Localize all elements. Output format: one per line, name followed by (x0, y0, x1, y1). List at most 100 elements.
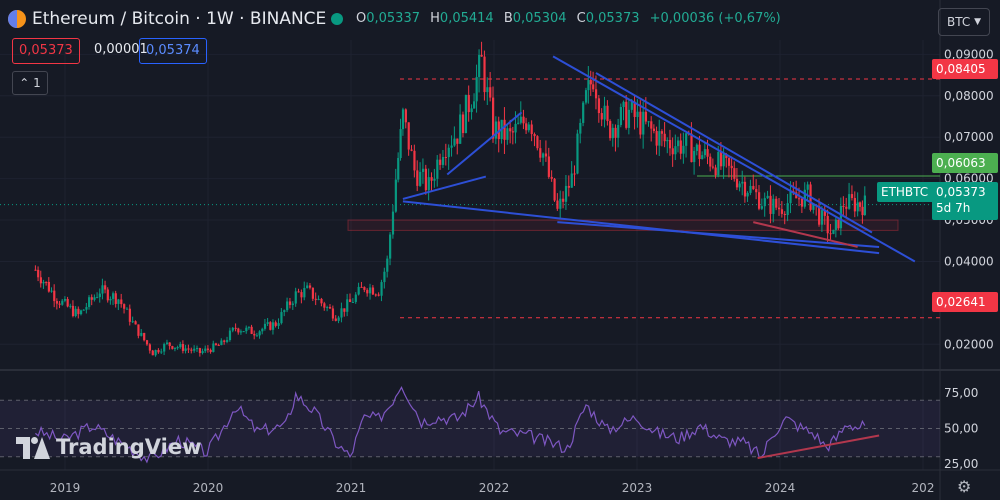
candle-body (509, 128, 512, 132)
candle-body (525, 123, 528, 131)
candle-body (109, 298, 112, 301)
candle-body (582, 102, 585, 123)
candle-body (328, 307, 332, 309)
level-tag-green: 0,06063 (932, 153, 998, 173)
candle-body (303, 288, 306, 298)
candle-body (143, 332, 146, 341)
candle-body (69, 305, 72, 307)
candle-body (53, 290, 56, 302)
candle-body (374, 294, 377, 296)
candle-body (117, 299, 120, 304)
candle-body (71, 305, 75, 317)
candle-body (190, 349, 193, 351)
settings-gear-icon[interactable]: ⚙ (957, 477, 971, 496)
candle-body (494, 121, 498, 139)
candle-body (179, 344, 182, 348)
candle-body (433, 178, 436, 181)
chart-header: Ethereum / Bitcoin · 1W · BINANCE O0,053… (0, 0, 940, 40)
market-status-icon[interactable] (331, 13, 343, 25)
candle-body (323, 303, 326, 308)
candle-body (861, 206, 864, 216)
candle-body (297, 291, 300, 293)
candle-body (39, 277, 42, 284)
candle-body (592, 84, 595, 90)
candle-body (198, 348, 202, 354)
candle-body (42, 281, 45, 284)
currency-dropdown[interactable]: BTC ▼ (938, 8, 990, 36)
high-value: 0,05414 (439, 11, 494, 26)
candle-body (579, 122, 582, 134)
candle-body (730, 165, 733, 169)
candle-body (564, 185, 568, 202)
eth-btc-pair-icon (8, 10, 26, 28)
candle-body (104, 285, 107, 290)
candle-body (478, 54, 481, 77)
candle-body (397, 157, 400, 180)
candle-body (88, 297, 91, 308)
candle-body (603, 105, 606, 120)
candle-body (357, 286, 360, 295)
candle-body (258, 331, 261, 336)
candle-body (151, 350, 154, 356)
candle-body (829, 233, 832, 235)
candle-body (483, 56, 486, 93)
candle-body (250, 326, 253, 334)
chevron-down-icon: ▼ (974, 17, 981, 27)
chart-canvas[interactable]: 2019 2020 2021 2022 2023 2024 202 0,02000 0,0400… (0, 0, 1000, 500)
candle-body (453, 138, 456, 146)
candle-body (131, 321, 134, 323)
candle-body (584, 90, 588, 103)
candle-body (274, 322, 277, 326)
candle-body (231, 327, 234, 331)
candle-body (128, 308, 131, 322)
candle-body (266, 322, 269, 324)
candle-body (647, 121, 650, 123)
indicators-collapse-button[interactable]: ⌃ 1 (12, 71, 48, 95)
candle-body (427, 177, 430, 191)
candle-body (421, 168, 425, 172)
currency-label: BTC (947, 15, 971, 29)
candle-body (738, 183, 741, 188)
candle-body (576, 133, 579, 174)
candle-body (630, 101, 633, 110)
candle-body (394, 179, 397, 212)
candle-body (245, 327, 248, 332)
close-value: 0,05373 (585, 11, 640, 26)
candle-body (677, 140, 680, 147)
candle-body (340, 308, 343, 318)
candle-body (609, 121, 612, 139)
candle-body (562, 198, 565, 202)
candle-body (407, 122, 410, 150)
tradingview-logo-icon (16, 437, 50, 459)
candle-body (850, 194, 854, 199)
candle-body (34, 269, 37, 271)
candle-body (366, 289, 369, 294)
candle-body (217, 344, 220, 346)
symbol-title[interactable]: Ethereum / Bitcoin · 1W · BINANCE (32, 9, 326, 29)
candle-body (354, 294, 357, 302)
candle-body (845, 206, 848, 209)
candle-body (842, 205, 845, 207)
candle-body (464, 94, 468, 134)
candle-body (154, 349, 157, 356)
candle-body (157, 349, 160, 353)
candle-body (311, 287, 315, 299)
candle-body (706, 149, 709, 157)
candle-body (639, 111, 642, 135)
buy-price-button[interactable]: 0,05374 (139, 38, 207, 64)
sell-price-button[interactable]: 0,05373 (12, 38, 80, 64)
candle-body (503, 119, 506, 140)
candle-body (539, 148, 542, 158)
candle-body (148, 344, 151, 351)
candle-body (187, 348, 190, 350)
candle-body (261, 328, 264, 332)
candle-body (772, 198, 775, 214)
candle-body (701, 155, 704, 160)
candle-body (165, 342, 169, 345)
candle-body (763, 198, 766, 207)
y-tick-label: 0,02000 (944, 337, 994, 351)
candle-body (160, 351, 163, 353)
candle-body (184, 348, 187, 351)
candle-body (137, 324, 140, 336)
candle-body (769, 195, 772, 214)
